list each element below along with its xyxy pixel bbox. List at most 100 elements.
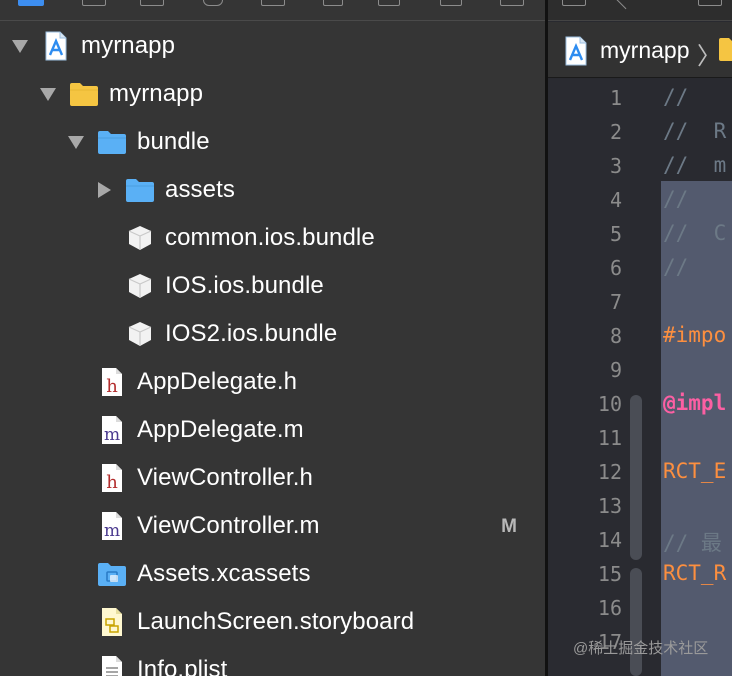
bundle-icon [125,223,155,253]
code-line[interactable]: // 最 [663,527,722,557]
line-number: 15 [597,562,622,586]
disclosure-expanded-icon[interactable] [68,134,84,150]
file-tree-row[interactable]: Assets.xcassets [0,550,545,598]
code-line[interactable]: // [663,85,688,109]
minimap-marker [630,395,642,560]
file-tree-row[interactable]: myrnapp [0,22,545,70]
file-tree-label: AppDelegate.m [137,416,304,443]
test-navigator-tab-icon[interactable] [323,0,343,6]
source-control-status-badge: M [501,516,517,537]
source-editor: myrnapp 〉 1 // 2 // R 3 // m 4 // 5 // C 6 // 7 8 #imp… [548,0,732,676]
source-control-tab-icon[interactable] [82,0,106,6]
file-tree-label: common.ios.bundle [165,224,375,251]
project-navigator: myrnapp myrnapp bundle assets common.ios.bun… [0,0,545,676]
navigator-toolbar [0,0,545,21]
file-tree-label: Assets.xcassets [137,560,311,587]
line-number: 12 [597,460,622,484]
line-number: 7 [609,290,622,314]
line-number: 11 [597,426,622,450]
code-line[interactable]: RCT_E [663,459,726,483]
file-tree-row[interactable]: IOS2.ios.bundle [0,310,545,358]
svg-text:m: m [104,425,120,445]
file-tree-label: AppDelegate.h [137,368,298,395]
code-line[interactable]: #impo [663,323,726,347]
file-tree-label: ViewController.m [137,512,320,539]
code-line[interactable]: @impl [663,391,726,415]
blue-folder-icon [125,175,155,205]
line-number: 5 [609,222,622,246]
breakpoint-navigator-tab-icon[interactable] [440,0,462,6]
bundle-icon [125,271,155,301]
file-tree-row[interactable]: m AppDelegate.m [0,406,545,454]
code-line[interactable]: // C [663,221,726,245]
file-tree-row[interactable]: h ViewController.h [0,454,545,502]
line-number: 6 [609,256,622,280]
file-tree-row[interactable]: myrnapp [0,70,545,118]
watermark: @稀土掘金技术社区 [573,640,709,657]
objc-file-icon: m [97,511,127,541]
line-number: 10 [597,392,622,416]
file-tree-label: ViewController.h [137,464,313,491]
line-number: 14 [597,528,622,552]
disclosure-expanded-icon[interactable] [40,86,56,102]
xcode-project-icon [564,36,588,71]
file-tree-row[interactable]: Info.plist [0,646,545,676]
editor-toolbar [548,0,732,21]
debug-navigator-tab-icon[interactable] [378,0,400,6]
file-tree-row[interactable]: common.ios.bundle [0,214,545,262]
minimap-marker [630,568,642,676]
asset-catalog-icon [97,559,127,589]
file-tree-label: LaunchScreen.storyboard [137,608,415,635]
disclosure-collapsed-icon[interactable] [96,182,112,198]
file-tree-label: bundle [137,128,210,155]
line-number: 2 [609,120,622,144]
file-tree-row[interactable]: bundle [0,118,545,166]
code-line[interactable]: // [663,187,688,211]
file-tree-row[interactable]: LaunchScreen.storyboard [0,598,545,646]
project-navigator-tab-icon[interactable] [18,0,44,6]
file-tree-row[interactable]: h AppDelegate.h [0,358,545,406]
code-line[interactable]: // [663,255,688,279]
file-tree-row[interactable]: m ViewController.m M [0,502,545,550]
yellow-folder-icon [69,79,99,109]
file-tree-label: myrnapp [109,80,204,107]
header-file-icon: h [97,463,127,493]
back-arrow-icon[interactable] [615,0,635,10]
find-navigator-tab-icon[interactable] [203,0,223,6]
report-navigator-tab-icon[interactable] [500,0,524,6]
file-tree-label: IOS2.ios.bundle [165,320,338,347]
line-number: 16 [597,596,622,620]
editor-options-icon[interactable] [698,0,722,6]
bundle-icon [125,319,155,349]
file-tree-row[interactable]: IOS.ios.bundle [0,262,545,310]
svg-text:h: h [106,472,118,493]
symbol-navigator-tab-icon[interactable] [140,0,164,6]
header-file-icon: h [97,367,127,397]
file-tree-label: myrnapp [81,32,176,59]
svg-text:m: m [104,521,120,541]
issue-navigator-tab-icon[interactable] [261,0,285,6]
line-number: 9 [609,358,622,382]
svg-text:h: h [106,376,118,397]
jump-bar: myrnapp 〉 [548,22,732,78]
plist-icon [97,655,127,676]
line-number: 3 [609,154,622,178]
code-line[interactable]: // m [663,153,726,177]
related-items-icon[interactable] [562,0,586,6]
line-number: 4 [609,188,622,212]
disclosure-expanded-icon[interactable] [12,38,28,54]
code-line[interactable]: RCT_R [663,561,726,585]
blue-folder-icon [97,127,127,157]
line-number: 13 [597,494,622,518]
file-tree-row[interactable]: assets [0,166,545,214]
xcode-project-icon [41,31,71,61]
yellow-folder-icon[interactable] [718,36,732,67]
jump-bar-project-crumb[interactable]: myrnapp [600,37,689,64]
objc-file-icon: m [97,415,127,445]
file-tree-label: assets [165,176,235,203]
line-number: 8 [609,324,622,348]
file-tree-label: Info.plist [137,656,228,676]
storyboard-icon [97,607,127,637]
file-tree-label: IOS.ios.bundle [165,272,324,299]
code-line[interactable]: // R [663,119,726,143]
